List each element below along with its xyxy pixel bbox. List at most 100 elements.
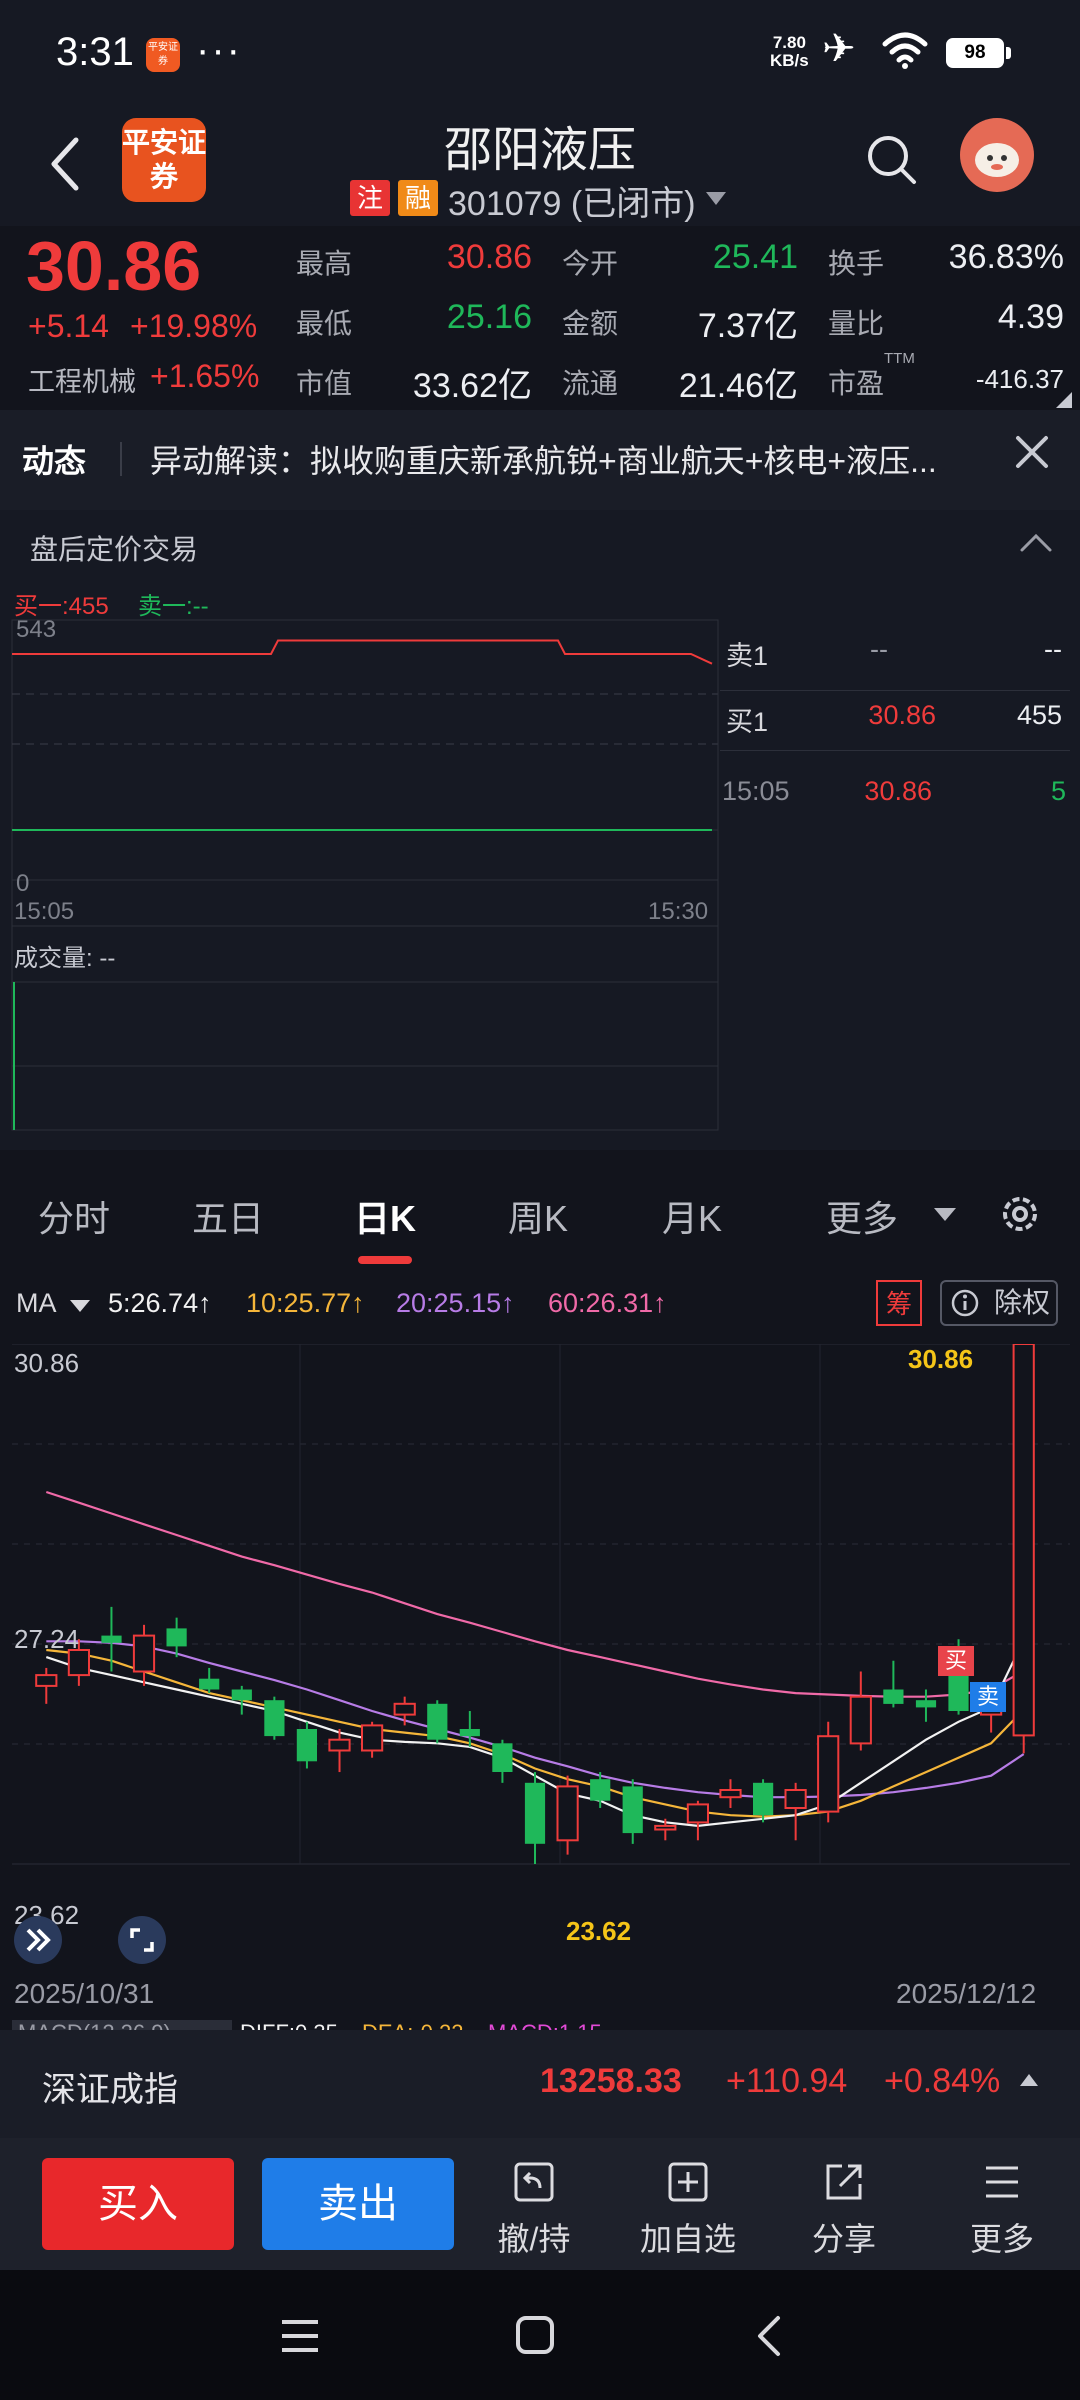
candle-body[interactable] (132, 1634, 156, 1673)
trade-price: 30.86 (864, 776, 932, 806)
candle-body[interactable] (753, 1782, 774, 1816)
candle-body[interactable] (35, 1674, 58, 1687)
candle-body[interactable] (849, 1695, 872, 1745)
status-time: 3:31 (56, 30, 134, 74)
trade-time: 15:05 (722, 776, 790, 806)
chevron-down-icon[interactable] (70, 1300, 90, 1312)
menu-icon[interactable] (278, 2316, 322, 2356)
x-axis-start: 15:05 (14, 898, 75, 925)
back-arrow-icon[interactable] (44, 132, 88, 196)
candle-body[interactable] (427, 1703, 448, 1740)
battery-icon: 98 (946, 38, 1004, 68)
chevron-down-icon[interactable] (934, 1208, 956, 1221)
candle-body[interactable] (556, 1785, 579, 1842)
candle-body[interactable] (199, 1678, 220, 1690)
tab-daily-k[interactable]: 日K (354, 1190, 416, 1242)
ma60-value: 60:26.31↑ (548, 1288, 667, 1318)
candle-body[interactable] (1012, 1344, 1035, 1737)
chevron-up-icon[interactable] (1018, 530, 1054, 554)
back-icon[interactable] (752, 2314, 786, 2358)
candle-body[interactable] (166, 1628, 187, 1647)
candle-body[interactable] (328, 1738, 351, 1752)
add-watchlist-button[interactable]: 加自选 (628, 2158, 748, 2260)
ask1-label: 卖1 (726, 641, 769, 671)
tab-five-day[interactable]: 五日 (192, 1190, 264, 1242)
candle-body[interactable] (492, 1743, 513, 1772)
candle-body[interactable] (264, 1700, 285, 1737)
candle-body[interactable] (622, 1786, 643, 1834)
buy-button[interactable]: 买入 (42, 2158, 234, 2250)
candlestick-chart[interactable] (0, 1344, 1080, 1924)
battery-tip (1006, 47, 1011, 59)
tab-weekly-k[interactable]: 周K (508, 1190, 568, 1242)
candle-body[interactable] (948, 1675, 969, 1711)
candle-body[interactable] (296, 1729, 317, 1762)
sector-change[interactable]: +1.65% (150, 358, 259, 395)
sell-signal-marker[interactable]: 卖 (970, 1682, 1006, 1712)
fullscreen-icon[interactable] (118, 1916, 166, 1964)
chevron-down-icon[interactable] (706, 192, 726, 205)
candle-body[interactable] (915, 1700, 937, 1708)
candle-body[interactable] (393, 1702, 416, 1716)
candle-body[interactable] (231, 1689, 252, 1701)
cancel-hold-button[interactable]: 撤/持 (474, 2158, 594, 2260)
low-label: 最低 (296, 308, 353, 339)
gear-icon[interactable] (996, 1190, 1044, 1238)
ma20-value: 20:25.15↑ (396, 1288, 515, 1318)
index-change-pct: +0.84% (884, 2062, 1001, 2100)
candle-body[interactable] (524, 1782, 546, 1844)
ma10-value: 10:25.77↑ (246, 1288, 365, 1318)
min-price-label: 23.62 (566, 1916, 632, 1946)
price-change-pct: +19.98% (130, 308, 258, 344)
bid1-volume: 455 (1016, 700, 1062, 730)
assistant-avatar[interactable] (960, 118, 1034, 192)
cancel-hold-label: 撤/持 (497, 2221, 571, 2257)
registration-tag: 注 (350, 180, 390, 216)
candle-body[interactable] (590, 1779, 611, 1801)
close-icon[interactable] (1010, 430, 1054, 474)
candle-body[interactable] (361, 1724, 384, 1752)
home-icon[interactable] (514, 2314, 556, 2356)
candle-body[interactable] (686, 1803, 709, 1824)
open-label: 今开 (562, 248, 619, 279)
ask1-price: -- (870, 634, 888, 664)
date-axis-start: 2025/10/31 (14, 1978, 155, 2009)
broker-logo[interactable]: 平安证券 (122, 118, 206, 202)
fast-forward-icon[interactable] (14, 1916, 62, 1964)
tab-intraday[interactable]: 分时 (38, 1190, 110, 1242)
ma60-line (45, 1490, 1025, 1698)
more-button[interactable]: 更多 (942, 2158, 1062, 2260)
news-headline[interactable]: 异动解读：拟收购重庆新承航锐+商业航天+核电+液压... (150, 436, 998, 482)
ask1-volume: -- (1044, 634, 1062, 664)
corner-expand-icon[interactable] (1056, 392, 1072, 408)
quote-panel: 30.86 +5.14 +19.98% 工程机械 +1.65% 最高 30.86… (0, 226, 1080, 410)
search-icon[interactable] (864, 132, 920, 188)
chevron-up-icon[interactable] (1020, 2074, 1038, 2086)
pe-value: -416.37 (975, 364, 1064, 394)
index-ticker[interactable]: 深证成指 13258.33 +110.94 +0.84% (0, 2030, 1080, 2138)
candle-body[interactable] (654, 1824, 677, 1831)
sector-name[interactable]: 工程机械 (28, 360, 136, 399)
news-strip[interactable]: 动态 异动解读：拟收购重庆新承航锐+商业航天+核电+液压... (0, 410, 1080, 510)
tab-more[interactable]: 更多 (826, 1190, 898, 1242)
share-icon (826, 2164, 862, 2200)
buy-signal-marker[interactable]: 买 (938, 1646, 974, 1676)
candle-body[interactable] (817, 1735, 840, 1813)
candle-body[interactable] (784, 1789, 807, 1809)
info-icon (951, 1289, 979, 1317)
chip-distribution-button[interactable]: 筹 (876, 1280, 922, 1326)
candle-body[interactable] (719, 1789, 742, 1799)
tab-monthly-k[interactable]: 月K (662, 1190, 722, 1242)
more-notifications-icon: ··· (196, 28, 242, 72)
share-button[interactable]: 分享 (784, 2158, 904, 2260)
stock-code-status[interactable]: 301079 (已闭市) (448, 176, 696, 225)
candle-body[interactable] (883, 1689, 904, 1704)
divider (120, 442, 122, 476)
after-hours-chart (11, 619, 719, 1131)
max-price-label: 30.86 (908, 1344, 974, 1374)
candle-body[interactable] (101, 1635, 122, 1643)
candle-body[interactable] (459, 1729, 480, 1737)
sell-button[interactable]: 卖出 (262, 2158, 454, 2250)
ma-selector[interactable]: MA (16, 1288, 57, 1319)
divider (720, 750, 1070, 751)
